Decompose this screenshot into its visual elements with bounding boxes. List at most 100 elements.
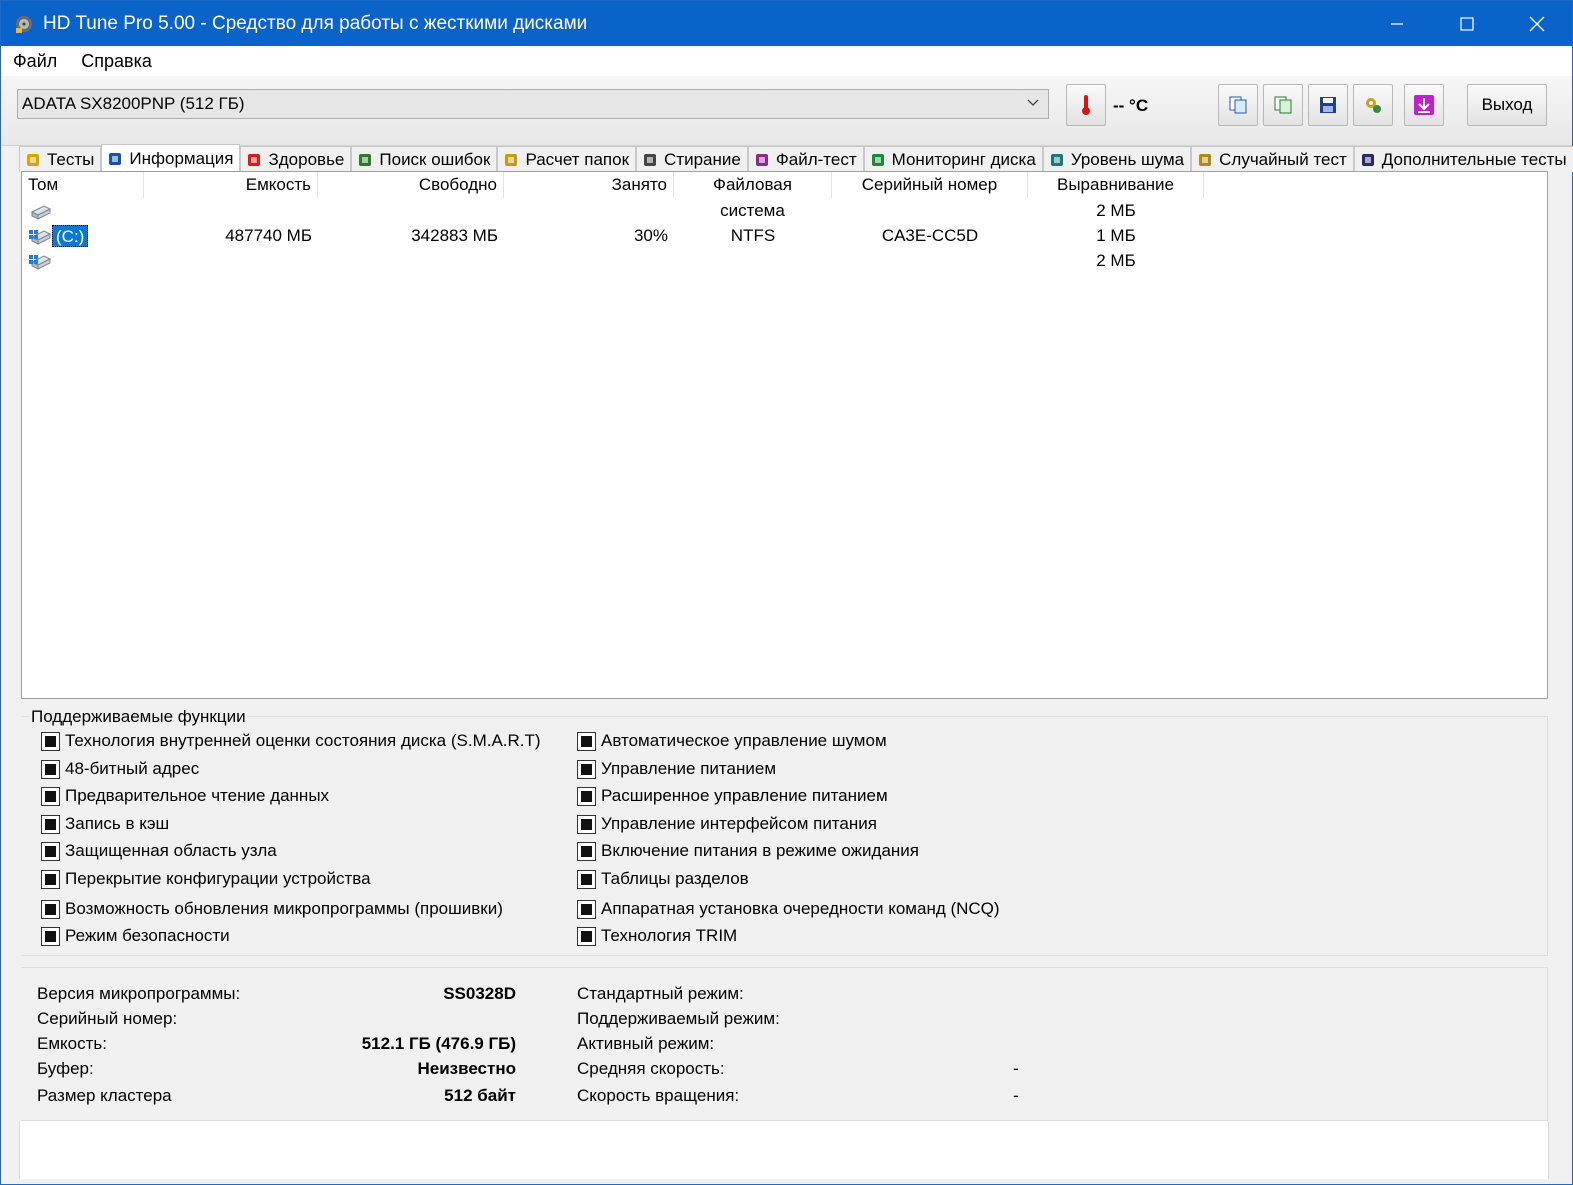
tab-4[interactable]: Расчет папок <box>497 146 637 172</box>
feature-item: Включение питания в режиме ожидания <box>577 839 919 863</box>
feature-label: Предварительное чтение данных <box>65 786 330 805</box>
feature-label: Управление интерфейсом питания <box>601 814 877 833</box>
volume-used-cell: 30% <box>633 226 668 245</box>
maximize-icon <box>1460 16 1474 31</box>
supported-mode-label: Поддерживаемый режим: <box>577 1009 780 1028</box>
copy-icon <box>1229 96 1247 114</box>
volume-used-cell <box>504 198 674 223</box>
feature-item: Таблицы разделов <box>577 867 749 891</box>
firmware-value: SS0328D <box>443 984 516 1003</box>
drive-select-value: ADATA SX8200PNP (512 ГБ) <box>22 94 245 113</box>
tab-label: Информация <box>129 148 234 168</box>
tab-6[interactable]: Файл-тест <box>747 146 864 172</box>
download-button[interactable] <box>1404 84 1444 126</box>
download-arrow-icon <box>1414 95 1434 115</box>
temperature-button[interactable] <box>1066 84 1106 126</box>
col-volume[interactable]: Том <box>22 172 144 198</box>
thermometer-icon <box>1082 95 1090 115</box>
tab-2[interactable]: Здоровье <box>240 146 352 172</box>
menu-file[interactable]: Файл <box>1 51 69 72</box>
maximize-button[interactable] <box>1432 1 1502 46</box>
folder-icon <box>503 152 519 168</box>
feature-label: Расширенное управление питанием <box>601 786 888 805</box>
drive-select[interactable]: ADATA SX8200PNP (512 ГБ) <box>17 89 1049 119</box>
feature-label: Защищенная область узла <box>65 841 277 860</box>
minimize-button[interactable] <box>1362 1 1432 46</box>
file-test-icon <box>754 152 770 168</box>
options-button[interactable] <box>1353 84 1393 126</box>
feature-item: Расширенное управление питанием <box>577 784 888 808</box>
volume-fs-cell <box>674 198 832 223</box>
save-button[interactable] <box>1308 84 1348 126</box>
tab-label: Расчет папок <box>525 149 630 169</box>
col-serial[interactable]: Серийный номер <box>832 172 1028 198</box>
copy-info-button[interactable] <box>1218 84 1258 126</box>
volume-row[interactable]: 2 МБ <box>22 248 1547 273</box>
menu-bar: Файл Справка <box>1 46 1572 76</box>
active-mode-label: Активный режим: <box>577 1034 715 1053</box>
exit-button[interactable]: Выход <box>1467 84 1547 126</box>
tab-label: Тесты <box>47 149 95 169</box>
tab-bar: Тесты Информация Здоровье Поиск ошибок Расче… <box>19 144 1573 172</box>
tab-label: Здоровье <box>268 149 345 169</box>
tab-label: Дополнительные тесты <box>1381 149 1567 169</box>
volume-fs-cell: NTFS <box>730 226 776 245</box>
tab-5[interactable]: Стирание <box>636 146 748 172</box>
copy-all-button[interactable] <box>1263 84 1303 126</box>
col-alignment[interactable]: Выравнивание <box>1028 172 1204 198</box>
feature-checkbox <box>577 869 596 889</box>
volume-align-cell: 1 МБ <box>1096 226 1136 245</box>
feature-item: Режим безопасности <box>41 924 230 948</box>
feature-label: 48-битный адрес <box>65 759 200 778</box>
menu-help[interactable]: Справка <box>69 51 164 72</box>
close-button[interactable] <box>1502 1 1572 46</box>
temperature-readout: -- °C <box>1113 96 1149 115</box>
feature-item: Перекрытие конфигурации устройства <box>41 867 371 891</box>
tab-label: Файл-тест <box>775 149 857 169</box>
feature-checkbox <box>577 731 596 751</box>
volume-row[interactable]: (C:) 487740 МБ 342883 МБ 30% NTFS CA3E-CC5D 1 … <box>22 223 1547 248</box>
volume-capacity-cell <box>144 198 318 223</box>
feature-label: Перекрытие конфигурации устройства <box>65 869 371 888</box>
col-used[interactable]: Занято <box>504 172 674 198</box>
capacity-value: 512.1 ГБ (476.9 ГБ) <box>361 1034 516 1053</box>
monitor-chart-icon <box>870 152 886 168</box>
speaker-icon <box>1049 152 1065 168</box>
firmware-label: Версия микропрограммы: <box>37 984 241 1003</box>
feature-checkbox <box>577 926 596 946</box>
tab-1[interactable]: Информация <box>101 144 241 172</box>
volume-align-cell: 2 МБ <box>1096 251 1136 270</box>
feature-label: Технология внутренней оценки состояния д… <box>65 731 541 750</box>
feature-item: Возможность обновления микропрограммы (п… <box>41 897 503 921</box>
volume-fs-cell <box>674 248 832 273</box>
buffer-value: Неизвестно <box>417 1059 516 1078</box>
feature-checkbox <box>41 926 60 946</box>
feature-item: Защищенная область узла <box>41 839 277 863</box>
tab-10[interactable]: Дополнительные тесты <box>1353 146 1573 172</box>
feature-checkbox <box>41 899 60 919</box>
feature-checkbox <box>41 869 60 889</box>
volume-list[interactable]: Том Емкость Свободно Занято Файловая сис… <box>21 171 1548 699</box>
volume-capacity-cell: 487740 МБ <box>225 226 312 245</box>
tab-8[interactable]: Уровень шума <box>1042 146 1192 172</box>
tab-label: Поиск ошибок <box>379 149 491 169</box>
col-filesystem[interactable]: Файловая система <box>674 172 832 220</box>
volume-row[interactable]: 2 МБ <box>22 198 1547 223</box>
col-capacity[interactable]: Емкость <box>144 172 318 198</box>
feature-checkbox <box>577 899 596 919</box>
tab-0[interactable]: Тесты <box>19 146 102 172</box>
standard-mode-label: Стандартный режим: <box>577 984 744 1003</box>
toolbar: ADATA SX8200PNP (512 ГБ) -- °C Выход <box>1 76 1572 146</box>
feature-checkbox <box>41 786 60 806</box>
tab-7[interactable]: Мониторинг диска <box>863 146 1043 172</box>
magnifier-icon <box>357 152 373 168</box>
feature-checkbox <box>577 814 596 834</box>
tab-3[interactable]: Поиск ошибок <box>351 146 498 172</box>
feature-label: Таблицы разделов <box>601 869 749 888</box>
col-free[interactable]: Свободно <box>318 172 504 198</box>
feature-checkbox <box>41 731 60 751</box>
feature-checkbox <box>41 759 60 779</box>
cluster-size-label: Размер кластера <box>37 1086 172 1105</box>
tab-9[interactable]: Случайный тест <box>1191 146 1354 172</box>
drive-info-panel: Версия микропрограммы: SS0328D Серийный … <box>21 967 1548 1121</box>
